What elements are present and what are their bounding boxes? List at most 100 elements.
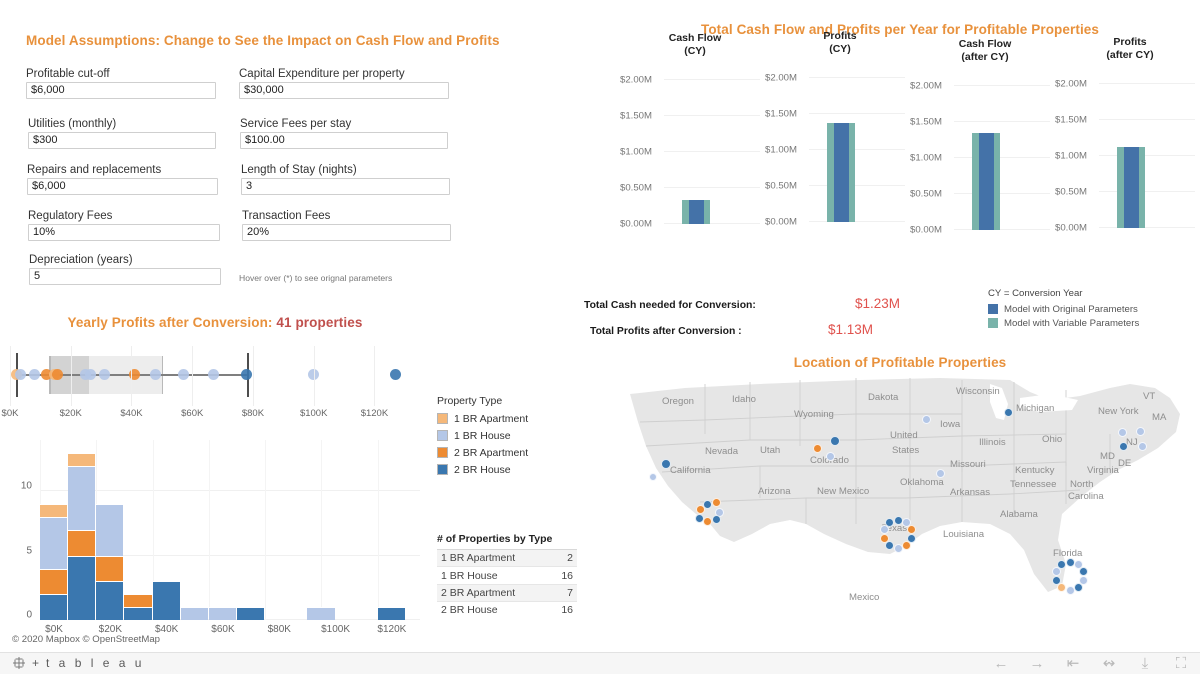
param-input[interactable]: $30,000 bbox=[239, 82, 449, 99]
table-row[interactable]: 2 BR Apartment 7 bbox=[437, 583, 577, 602]
bar-plot-area: $0.00M $0.50M $1.00M $1.50M $2.00M bbox=[620, 64, 770, 230]
boxplot-point[interactable] bbox=[177, 369, 189, 380]
model-parameters-legend: CY = Conversion Year Model with Original… bbox=[988, 288, 1188, 330]
histogram-bar[interactable] bbox=[96, 504, 124, 620]
table-row[interactable]: 1 BR House 16 bbox=[437, 566, 577, 583]
boxplot-x-tick: $40K bbox=[120, 408, 143, 419]
profits-histogram[interactable]: 0 5 10 $0K $20K $40K $60K $80K $100K $120K bbox=[0, 432, 430, 642]
param-transaction-fees: Transaction Fees 20% bbox=[242, 210, 451, 241]
table-row[interactable]: 1 BR Apartment 2 bbox=[437, 549, 577, 567]
histogram-bar[interactable] bbox=[307, 607, 335, 620]
table-row[interactable]: 2 BR House 16 bbox=[437, 601, 577, 618]
revert-icon[interactable]: ⇤ bbox=[1064, 655, 1082, 673]
download-icon[interactable]: ⤓ bbox=[1136, 655, 1154, 673]
bar-plot-area: $0.00M $0.50M $1.00M $1.50M $2.00M bbox=[1055, 68, 1200, 234]
map-label: Oregon bbox=[662, 396, 694, 407]
histogram-bar[interactable] bbox=[208, 607, 237, 620]
map-marker[interactable] bbox=[1003, 407, 1013, 417]
histogram-bar[interactable] bbox=[237, 607, 265, 620]
bar-group-header: Profits (after CY) bbox=[1055, 36, 1200, 62]
map-cluster-marker[interactable] bbox=[1073, 582, 1083, 592]
boxplot-x-tick: $0K bbox=[1, 408, 19, 419]
boxplot-point[interactable] bbox=[84, 369, 96, 380]
boxplot-x-tick: $120K bbox=[360, 408, 389, 419]
histogram-bar[interactable] bbox=[124, 594, 152, 620]
map-cluster-marker[interactable] bbox=[893, 543, 903, 553]
map-marker[interactable] bbox=[661, 459, 671, 469]
map-marker[interactable] bbox=[825, 451, 835, 461]
map-marker[interactable] bbox=[1137, 441, 1147, 451]
histogram-bar[interactable] bbox=[180, 607, 208, 620]
map-marker[interactable] bbox=[935, 468, 945, 478]
bar-group-header-line: (after CY) bbox=[1106, 49, 1154, 61]
bar-group-header-line: (CY) bbox=[829, 43, 851, 55]
param-input[interactable]: $6,000 bbox=[26, 82, 216, 99]
map-cluster-marker[interactable] bbox=[906, 525, 916, 535]
param-input[interactable]: 20% bbox=[242, 224, 451, 241]
boxplot-point[interactable] bbox=[390, 369, 402, 380]
bar-group-4: Profits (after CY) $0.00M $0.50M $1.00M $1.50… bbox=[1055, 36, 1200, 246]
map-marker[interactable] bbox=[1118, 441, 1128, 451]
map-cluster-marker[interactable] bbox=[1052, 575, 1062, 585]
map-cluster-marker[interactable] bbox=[1078, 567, 1088, 577]
map-cluster-marker[interactable] bbox=[880, 533, 890, 543]
param-input[interactable]: $6,000 bbox=[27, 178, 218, 195]
forward-icon[interactable]: → bbox=[1028, 655, 1046, 673]
boxplot-point[interactable] bbox=[28, 369, 40, 380]
hover-hint-text: Hover over (*) to see orignal parameters bbox=[239, 273, 393, 283]
map-marker[interactable] bbox=[711, 514, 721, 524]
boxplot-gridline bbox=[374, 346, 376, 406]
counts-type-cell: 2 BR House bbox=[441, 604, 498, 617]
bar-original-parameters[interactable] bbox=[833, 123, 849, 222]
map-marker[interactable] bbox=[1135, 426, 1145, 436]
histogram-bar[interactable] bbox=[68, 452, 96, 620]
bar-original-parameters[interactable] bbox=[1123, 146, 1139, 228]
histogram-segment bbox=[40, 504, 68, 518]
map-marker[interactable] bbox=[702, 516, 712, 526]
param-input[interactable]: 5 bbox=[29, 268, 221, 285]
boxplot-point[interactable] bbox=[98, 369, 110, 380]
param-input[interactable]: 3 bbox=[241, 178, 450, 195]
map-label: Virginia bbox=[1087, 465, 1119, 476]
bar-y-tick: $2.00M bbox=[620, 74, 652, 86]
boxplot-point[interactable] bbox=[51, 369, 63, 380]
param-input[interactable]: 10% bbox=[28, 224, 220, 241]
model-legend-item[interactable]: Model with Original Parameters bbox=[988, 302, 1188, 316]
legend-item[interactable]: 2 BR Apartment bbox=[437, 444, 587, 461]
map-marker[interactable] bbox=[830, 436, 840, 446]
histogram-segment bbox=[124, 594, 152, 608]
legend-item[interactable]: 1 BR House bbox=[437, 427, 587, 444]
histogram-bar[interactable] bbox=[377, 607, 405, 620]
map-marker[interactable] bbox=[649, 473, 657, 481]
back-icon[interactable]: ← bbox=[992, 655, 1010, 673]
boxplot-point[interactable] bbox=[207, 369, 219, 380]
bar-original-parameters[interactable] bbox=[688, 200, 704, 224]
share-icon[interactable]: ↭ bbox=[1100, 655, 1118, 673]
map-label: VT bbox=[1143, 391, 1156, 402]
map-marker[interactable] bbox=[711, 497, 721, 507]
legend-item[interactable]: 1 BR Apartment bbox=[437, 410, 587, 427]
boxplot-gridline bbox=[313, 346, 315, 406]
fullscreen-icon[interactable]: ⛶ bbox=[1172, 655, 1190, 673]
boxplot-point[interactable] bbox=[15, 369, 27, 380]
histogram-bar[interactable] bbox=[152, 581, 180, 620]
tableau-plus-icon: + bbox=[32, 656, 43, 670]
total-profits-label: Total Profits after Conversion : bbox=[590, 326, 742, 337]
model-legend-item[interactable]: Model with Variable Parameters bbox=[988, 316, 1188, 330]
param-input[interactable]: $100.00 bbox=[240, 132, 448, 149]
map-marker[interactable] bbox=[695, 504, 705, 514]
map-marker[interactable] bbox=[921, 414, 931, 424]
map-cluster-marker[interactable] bbox=[901, 540, 911, 550]
param-input[interactable]: $300 bbox=[28, 132, 216, 149]
histogram-bar[interactable] bbox=[40, 504, 68, 620]
bar-original-parameters[interactable] bbox=[978, 132, 994, 230]
legend-item[interactable]: 2 BR House bbox=[437, 461, 587, 478]
map-cluster-marker[interactable] bbox=[1065, 585, 1075, 595]
map-canvas[interactable]: Oregon Idaho Wyoming Dakota Wisconsin Michiga… bbox=[610, 374, 1200, 629]
tableau-logo[interactable]: + t a b l e a u bbox=[12, 656, 144, 670]
tableau-bottom-bar: + t a b l e a u ← → ⇤ ↭ ⤓ ⛶ bbox=[0, 652, 1200, 674]
map-marker[interactable] bbox=[812, 443, 822, 453]
map-marker[interactable] bbox=[1117, 427, 1127, 437]
bar-group-header-line: Profits bbox=[823, 30, 857, 42]
boxplot-point[interactable] bbox=[241, 369, 253, 380]
